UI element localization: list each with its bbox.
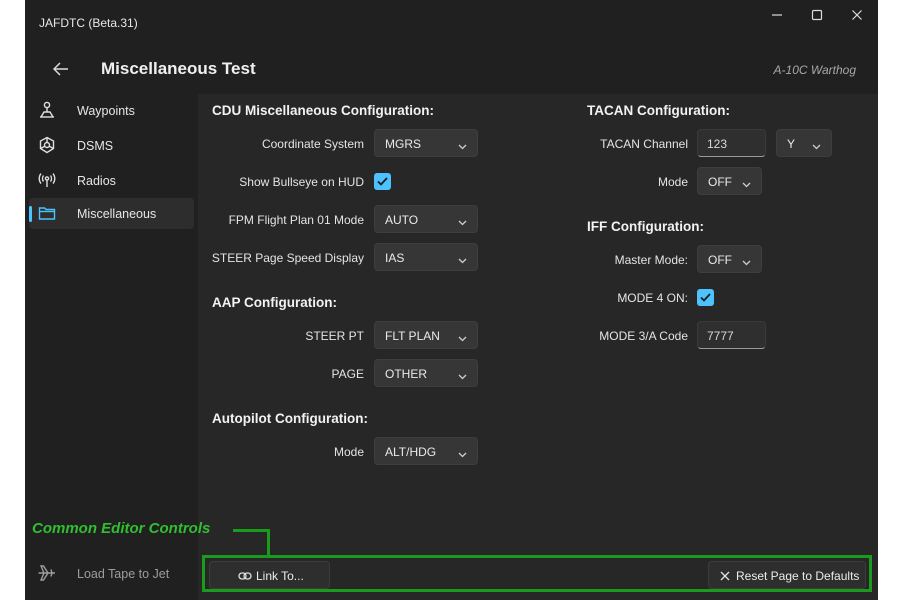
folder-icon <box>38 204 56 222</box>
steer-pt-label: STEER PT <box>305 329 364 343</box>
sidebar-item-radios[interactable]: Radios <box>29 165 194 196</box>
coordinate-system-dropdown[interactable]: MGRS <box>374 129 478 157</box>
iff-mode3a-input[interactable]: 7777 <box>697 321 766 349</box>
fpm-mode-dropdown[interactable]: AUTO <box>374 205 478 233</box>
show-bullseye-label: Show Bullseye on HUD <box>239 175 364 189</box>
sidebar-item-label: DSMS <box>77 139 114 153</box>
aap-section-title: AAP Configuration: <box>212 295 337 310</box>
page-title: Miscellaneous Test <box>101 59 256 78</box>
dropdown-value: FLT PLAN <box>385 329 440 343</box>
annotation-leader-horizontal <box>233 529 270 532</box>
sidebar-item-label: Miscellaneous <box>77 207 157 221</box>
back-button[interactable] <box>45 54 77 84</box>
show-bullseye-checkbox[interactable] <box>374 173 391 190</box>
title-bar: JAFDTC (Beta.31) <box>25 0 878 44</box>
minimize-button[interactable] <box>757 4 797 26</box>
maximize-icon <box>811 9 823 21</box>
tacan-band-dropdown[interactable]: Y <box>776 129 832 157</box>
iff-master-mode-label: Master Mode: <box>614 253 688 267</box>
chevron-down-icon <box>458 331 467 345</box>
fpm-mode-label: FPM Flight Plan 01 Mode <box>228 213 364 227</box>
chevron-down-icon <box>812 139 821 153</box>
waypoint-icon <box>38 101 56 119</box>
aap-page-label: PAGE <box>331 367 364 381</box>
sidebar-item-waypoints[interactable]: Waypoints <box>29 95 194 126</box>
radio-icon <box>38 171 56 189</box>
close-icon <box>852 10 862 20</box>
input-value: 7777 <box>707 329 734 343</box>
chevron-down-icon <box>458 369 467 383</box>
common-controls-annotation: Common Editor Controls <box>32 520 211 537</box>
checkmark-icon <box>377 177 388 186</box>
dropdown-value: MGRS <box>385 137 421 151</box>
app-title: JAFDTC (Beta.31) <box>39 16 138 30</box>
sidebar-item-label: Waypoints <box>77 104 135 118</box>
app-window: JAFDTC (Beta.31) Miscellaneous Test A-10… <box>25 0 878 600</box>
checkmark-icon <box>700 293 711 302</box>
aircraft-label: A-10C Warthog <box>773 63 856 77</box>
dropdown-value: AUTO <box>385 213 419 227</box>
sidebar-item-label: Radios <box>77 174 116 188</box>
sidebar-item-miscellaneous[interactable]: Miscellaneous <box>29 198 194 229</box>
tacan-channel-label: TACAN Channel <box>600 137 688 151</box>
chevron-down-icon <box>458 215 467 229</box>
maximize-button[interactable] <box>797 4 837 26</box>
load-tape-button[interactable]: Load Tape to Jet <box>25 558 198 590</box>
steer-pt-dropdown[interactable]: FLT PLAN <box>374 321 478 349</box>
autopilot-mode-label: Mode <box>333 445 364 459</box>
annotation-leader-vertical <box>267 529 270 556</box>
selection-indicator <box>29 206 32 222</box>
dropdown-value: OFF <box>708 253 732 267</box>
page-header: Miscellaneous Test A-10C Warthog <box>25 44 878 94</box>
dsms-icon <box>38 136 56 154</box>
tacan-section-title: TACAN Configuration: <box>587 103 730 118</box>
dropdown-value: ALT/HDG <box>385 445 437 459</box>
dropdown-value: IAS <box>385 251 405 265</box>
back-arrow-icon <box>53 62 68 76</box>
coordinate-system-label: Coordinate System <box>261 137 364 151</box>
chevron-down-icon <box>458 447 467 461</box>
steer-speed-dropdown[interactable]: IAS <box>374 243 478 271</box>
steer-speed-label: STEER Page Speed Display <box>211 251 364 265</box>
chevron-down-icon <box>742 255 751 269</box>
load-tape-label: Load Tape to Jet <box>77 567 170 581</box>
minimize-icon <box>772 14 782 16</box>
common-controls-highlight <box>202 555 872 592</box>
dropdown-value: Y <box>787 137 796 151</box>
iff-mode4-label: MODE 4 ON: <box>617 291 688 305</box>
input-value: 123 <box>707 137 728 151</box>
editor-content: CDU Miscellaneous Configuration: Coordin… <box>198 94 878 600</box>
tacan-channel-input[interactable]: 123 <box>697 129 766 157</box>
tacan-mode-label: Mode <box>657 175 688 189</box>
iff-mode3a-label: MODE 3/A Code <box>599 329 688 343</box>
tacan-mode-dropdown[interactable]: OFF <box>697 167 762 195</box>
chevron-down-icon <box>742 177 751 191</box>
cdu-section-title: CDU Miscellaneous Configuration: <box>212 103 435 118</box>
dropdown-value: OTHER <box>385 367 427 381</box>
airplane-icon <box>37 564 55 582</box>
chevron-down-icon <box>458 139 467 153</box>
chevron-down-icon <box>458 253 467 267</box>
iff-section-title: IFF Configuration: <box>587 219 704 234</box>
dropdown-value: OFF <box>708 175 732 189</box>
aap-page-dropdown[interactable]: OTHER <box>374 359 478 387</box>
autopilot-mode-dropdown[interactable]: ALT/HDG <box>374 437 478 465</box>
autopilot-section-title: Autopilot Configuration: <box>212 411 368 426</box>
iff-master-mode-dropdown[interactable]: OFF <box>697 245 762 273</box>
sidebar-item-dsms[interactable]: DSMS <box>29 130 194 161</box>
iff-mode4-checkbox[interactable] <box>697 289 714 306</box>
close-window-button[interactable] <box>837 4 877 26</box>
